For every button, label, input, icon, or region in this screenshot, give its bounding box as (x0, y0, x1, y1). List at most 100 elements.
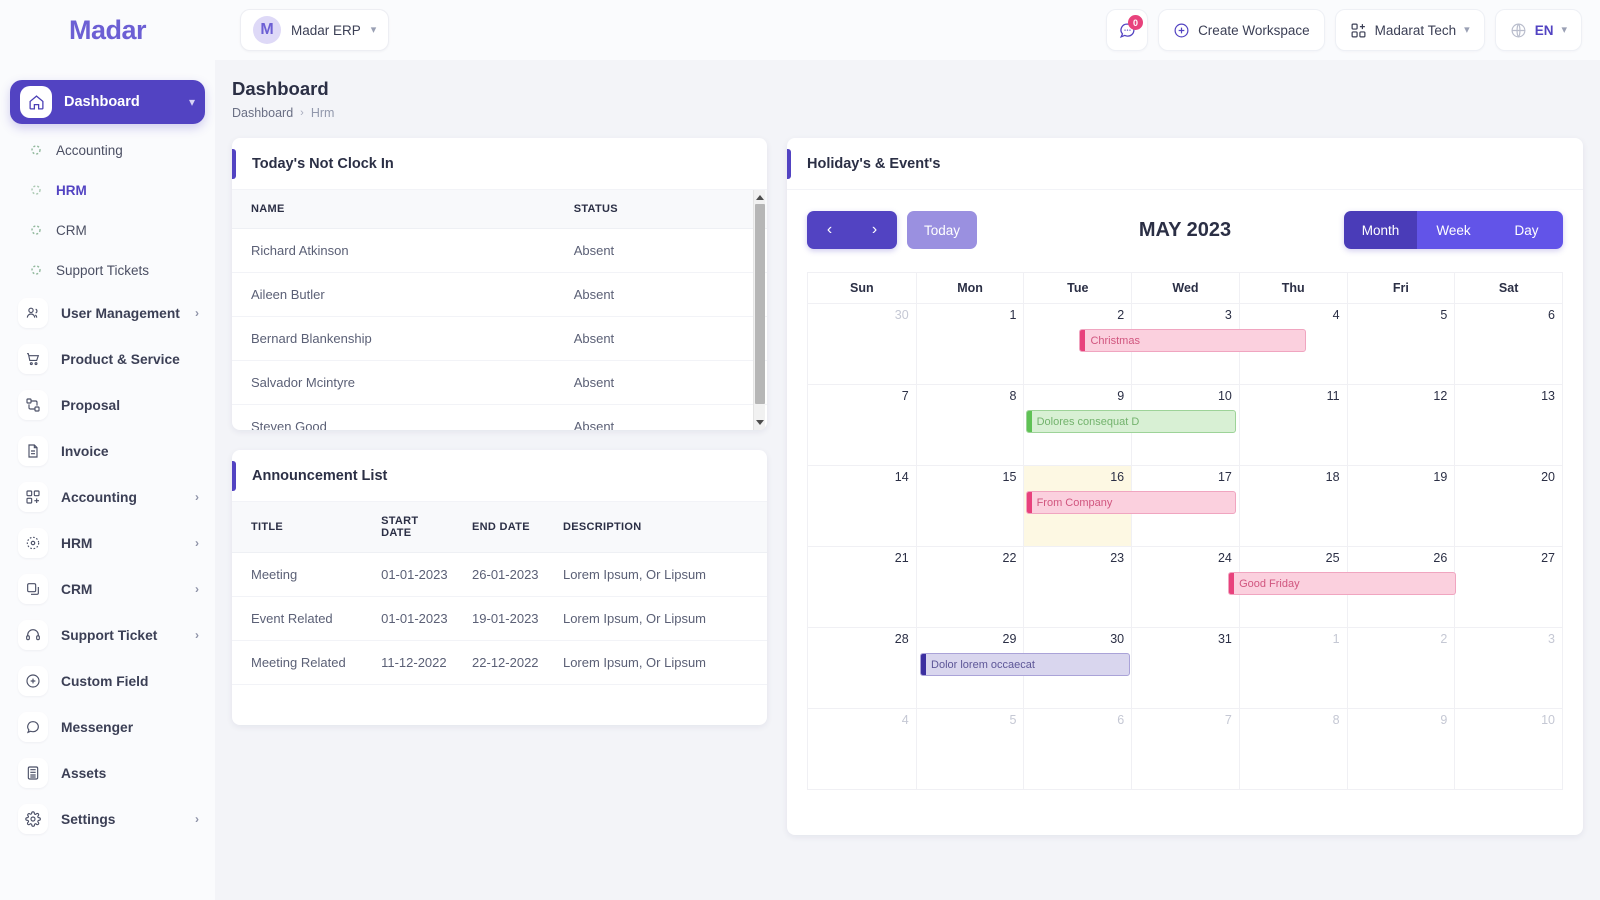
scroll-up-arrow-icon[interactable] (756, 195, 764, 200)
sidebar-subitem-accounting[interactable]: Accounting (0, 130, 215, 170)
calculator-icon (18, 758, 48, 788)
calendar-day-number: 19 (1433, 470, 1448, 484)
calendar-event[interactable]: From Company (1025, 491, 1236, 514)
calendar-week-row: 4 5 6 7 8 9 10 (808, 708, 1562, 789)
table-row[interactable]: Bernard Blankenship Absent (232, 316, 767, 361)
plus-circle-icon (1173, 22, 1190, 39)
calendar-event[interactable]: Dolor lorem occaecat (920, 653, 1131, 676)
sidebar-subitem-crm[interactable]: CRM (0, 210, 215, 250)
sidebar-subitem-hrm[interactable]: HRM (0, 170, 215, 210)
calendar-day-number: 24 (1217, 551, 1232, 565)
vertical-scrollbar[interactable] (753, 190, 765, 430)
table-header-row: TITLE START DATE END DATE DESCRIPTION (232, 502, 767, 553)
cell-status: Absent (563, 316, 767, 361)
card-header: Today's Not Clock In (232, 138, 767, 190)
sidebar-item-label: User Management (61, 305, 180, 321)
sidebar-item-label: HRM (61, 535, 93, 551)
sidebar-item-label: Invoice (61, 443, 109, 459)
scroll-down-arrow-icon[interactable] (756, 420, 764, 425)
chevron-right-icon: › (195, 628, 199, 642)
sidebar-item-custom-field[interactable]: Custom Field (0, 658, 215, 704)
calendar-day-names: Sun Mon Tue Wed Thu Fri Sat (808, 272, 1562, 303)
calendar-day-number: 26 (1433, 551, 1448, 565)
calendar-view-day[interactable]: Day (1490, 211, 1563, 249)
sidebar-item-label: Settings (61, 811, 116, 827)
company-selector[interactable]: Madarat Tech ▾ (1334, 9, 1485, 51)
sidebar-item-user-management[interactable]: User Management › (0, 290, 215, 336)
create-workspace-button[interactable]: Create Workspace (1158, 9, 1325, 51)
calendar-view-month[interactable]: Month (1344, 211, 1417, 249)
sidebar-item-label: Product & Service (61, 351, 180, 367)
sidebar-item-assets[interactable]: Assets (0, 750, 215, 796)
calendar-view-week[interactable]: Week (1417, 211, 1490, 249)
calendar-day-number: 10 (1541, 713, 1555, 727)
home-icon (20, 86, 52, 118)
calendar-day-number: 5 (1009, 713, 1017, 727)
brand-logo[interactable]: Madar (0, 0, 215, 60)
calendar-day-number: 29 (1002, 632, 1017, 646)
calendar-next-button[interactable]: › (852, 211, 897, 249)
breadcrumb-root[interactable]: Dashboard (232, 106, 293, 120)
sidebar-item-crm[interactable]: CRM › (0, 566, 215, 612)
cell-start-date: 01-01-2023 (371, 552, 463, 597)
calendar-day-number: 8 (1009, 389, 1017, 403)
calendar-event-layer: Good Friday (808, 572, 1562, 596)
calendar-prev-button[interactable]: ‹ (807, 211, 852, 249)
create-workspace-label: Create Workspace (1198, 22, 1310, 38)
column-header-name: NAME (232, 190, 564, 229)
calendar-day-number: 2 (1117, 308, 1125, 322)
sidebar-item-support-ticket[interactable]: Support Ticket › (0, 612, 215, 658)
dashboard-columns: Today's Not Clock In NAME STATUS Richard… (215, 120, 1600, 835)
sidebar-item-dashboard[interactable]: Dashboard ▾ (10, 80, 205, 124)
sidebar-subitem-support-tickets[interactable]: Support Tickets (0, 250, 215, 290)
calendar-event[interactable]: Christmas (1079, 329, 1306, 352)
sidebar-item-proposal[interactable]: Proposal (0, 382, 215, 428)
card-title: Holiday's & Event's (807, 155, 941, 172)
main-content: Dashboard Dashboard › Hrm Today's Not Cl… (215, 60, 1600, 900)
calendar-day-number: 7 (1224, 713, 1232, 727)
table-row[interactable]: Steven Good Absent (232, 404, 767, 430)
chevron-right-icon: › (195, 812, 199, 826)
calendar-event[interactable]: Good Friday (1228, 572, 1457, 595)
calendar-day-number: 11 (1326, 389, 1340, 403)
notifications-button[interactable]: 0 (1106, 9, 1149, 51)
table-row[interactable]: Meeting Related 11-12-2022 22-12-2022 Lo… (232, 640, 767, 685)
calendar-event[interactable]: Dolores consequat D (1025, 410, 1236, 433)
day-name-thu: Thu (1238, 272, 1347, 303)
cell-title: Meeting (232, 552, 372, 597)
sidebar-item-label: Accounting (61, 489, 137, 505)
table-row[interactable]: Event Related 01-01-2023 19-01-2023 Lore… (232, 596, 767, 641)
dotted-circle-icon (30, 264, 42, 276)
app-root: Madar M Madar ERP ▾ 0 Create Workspace M… (0, 0, 1600, 900)
sidebar-item-settings[interactable]: Settings › (0, 796, 215, 842)
table-row[interactable]: Meeting 01-01-2023 26-01-2023 Lorem Ipsu… (232, 552, 767, 597)
table-row[interactable]: Aileen Butler Absent (232, 272, 767, 317)
cell-description: Lorem Ipsum, Or Lipsum (552, 640, 767, 685)
scrollbar-thumb[interactable] (755, 204, 765, 404)
language-selector[interactable]: EN ▾ (1494, 9, 1582, 51)
calendar-day-number: 1 (1009, 308, 1017, 322)
headset-icon (18, 620, 48, 650)
calendar-weeks: 30 1 2 3 4 5 6 Christmas 7 8 9 10 11 12 13 Dolores cons… (808, 303, 1562, 789)
sidebar-item-product-service[interactable]: Product & Service (0, 336, 215, 382)
calendar-day-number: 7 (901, 389, 909, 403)
sidebar-subitem-label: CRM (56, 222, 87, 238)
table-row[interactable]: Richard Atkinson Absent (232, 228, 767, 273)
chevron-down-icon: ▾ (1561, 23, 1567, 36)
sidebar-item-hrm[interactable]: HRM › (0, 520, 215, 566)
announcement-table: TITLE START DATE END DATE DESCRIPTION Me… (232, 502, 767, 685)
calendar-day-number: 8 (1332, 713, 1340, 727)
sidebar-item-invoice[interactable]: Invoice (0, 428, 215, 474)
card-title: Today's Not Clock In (252, 155, 394, 172)
sidebar-item-messenger[interactable]: Messenger (0, 704, 215, 750)
cell-status: Absent (563, 228, 767, 273)
calendar-today-button[interactable]: Today (907, 211, 978, 249)
table-row[interactable]: Salvador Mcintyre Absent (232, 360, 767, 405)
calendar-day-number: 22 (1002, 551, 1017, 565)
calendar-day-number: 12 (1433, 389, 1448, 403)
sidebar-item-accounting[interactable]: Accounting › (0, 474, 215, 520)
chevron-right-icon: › (195, 306, 199, 320)
workspace-switcher[interactable]: M Madar ERP ▾ (240, 9, 390, 51)
calendar-day-number: 23 (1110, 551, 1125, 565)
calendar-day-number: 3 (1548, 632, 1555, 646)
